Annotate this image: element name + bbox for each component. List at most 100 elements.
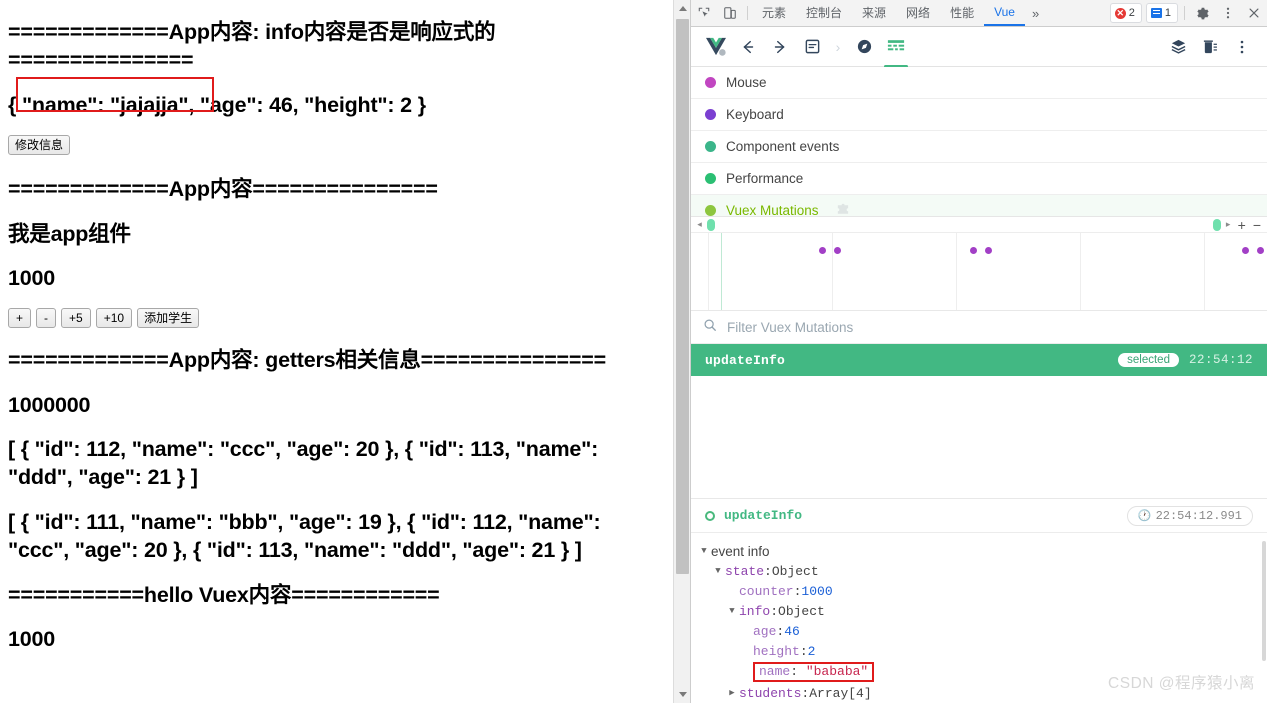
devtools-tabbar: 元素 控制台 来源 网络 性能 Vue » ✕ 2 1 (691, 0, 1267, 27)
tree-sep: : (801, 685, 810, 701)
message-count-badge[interactable]: 1 (1145, 3, 1178, 23)
tree-row-height[interactable]: ▼ height : 2 (691, 641, 1267, 661)
layer-label: Component events (726, 139, 840, 154)
tab-performance[interactable]: 性能 (940, 0, 984, 26)
tree-key: counter (739, 583, 794, 599)
modify-info-button[interactable]: 修改信息 (8, 135, 71, 156)
device-toolbar-icon[interactable] (717, 0, 743, 26)
add-five-button[interactable]: +5 (61, 308, 91, 329)
page-scrollbar[interactable] (673, 0, 690, 703)
twisty-closed-icon[interactable]: ▶ (725, 688, 739, 698)
message-icon (1150, 8, 1162, 18)
tree-key: students (739, 685, 802, 701)
layer-row-performance[interactable]: Performance (691, 163, 1267, 195)
error-count-label: 2 (1128, 7, 1135, 19)
clock-icon: 🕐 (1137, 510, 1152, 523)
timeline-event-dot[interactable] (819, 247, 827, 254)
clear-trash-icon[interactable] (1195, 32, 1225, 62)
twisty-open-icon[interactable]: ▼ (725, 606, 739, 616)
timeline-event-dot[interactable] (1241, 247, 1249, 254)
tree-row-event-info[interactable]: ▼ event info (691, 541, 1267, 561)
inspector-scrollbar-thumb[interactable] (1262, 541, 1266, 661)
app-root: =============App内容: info内容是否是响应式的=======… (0, 0, 1267, 703)
tree-row-name[interactable]: ▼ name: "bababa" (691, 661, 1267, 683)
layer-label: Keyboard (726, 107, 784, 122)
event-selected-badge: selected (1118, 353, 1179, 367)
tab-sources[interactable]: 来源 (852, 0, 896, 26)
timeline-filter-input[interactable] (725, 318, 1255, 336)
error-count-badge[interactable]: ✕ 2 (1109, 3, 1142, 23)
timeline-zoom-in-button[interactable]: + (1236, 218, 1248, 232)
page-line-0: =============App内容: info内容是否是响应式的=======… (8, 20, 496, 73)
tree-row-counter[interactable]: ▼ counter : 1000 (691, 581, 1267, 601)
decrement-button[interactable]: - (36, 308, 57, 329)
timeline-canvas[interactable] (691, 233, 1267, 311)
page-scrollbar-thumb[interactable] (676, 19, 689, 574)
layers-icon[interactable] (1163, 32, 1193, 62)
inspector-timestamp: 🕐 22:54:12.991 (1126, 505, 1253, 526)
timeline-event-dot[interactable] (984, 247, 992, 254)
timeline-scroll-right-icon[interactable]: ▸ (1224, 219, 1233, 230)
tree-sep: : (790, 664, 806, 679)
timeline-event-dot[interactable] (969, 247, 977, 254)
error-icon: ✕ (1114, 7, 1126, 19)
tree-value: Object (771, 563, 819, 579)
tree-value: Array[4] (809, 685, 872, 701)
event-row-update-info[interactable]: updateInfo selected 22:54:12 (691, 344, 1267, 376)
inspector-header: updateInfo 🕐 22:54:12.991 (691, 499, 1267, 533)
tree-row-state[interactable]: ▼ state : Object (691, 561, 1267, 581)
inspector-title: updateInfo (724, 508, 803, 523)
layer-row-keyboard[interactable]: Keyboard (691, 99, 1267, 131)
tree-row-age[interactable]: ▼ age : 46 (691, 621, 1267, 641)
add-ten-button[interactable]: +10 (95, 308, 133, 329)
timeline-scroll-track[interactable] (707, 218, 1221, 231)
page-line-2: =============App内容=============== (8, 177, 438, 202)
timeline-scroll-handle-left[interactable] (707, 218, 715, 231)
timeline-scrollbar[interactable]: ◂ ▸ + − (691, 217, 1267, 233)
layer-color-dot (705, 109, 716, 120)
tree-row-students[interactable]: ▶ students : Array[4] (691, 683, 1267, 703)
layer-row-mouse[interactable]: Mouse (691, 67, 1267, 99)
page-line-9: ===========hello Vuex内容============ (8, 582, 440, 607)
timeline-event-dot[interactable] (833, 247, 841, 254)
timeline-zoom-out-button[interactable]: − (1251, 218, 1263, 232)
layer-row-vuex-mutations[interactable]: Vuex Mutations (691, 195, 1267, 216)
tab-network[interactable]: 网络 (896, 0, 940, 26)
tree-key: height (753, 643, 800, 659)
more-options-icon[interactable] (1215, 0, 1241, 26)
layer-color-dot (705, 141, 716, 152)
inspect-element-icon[interactable] (691, 0, 717, 26)
increment-button[interactable]: + (8, 308, 32, 329)
close-icon[interactable] (1241, 0, 1267, 26)
scroll-up-arrow-icon[interactable] (674, 0, 690, 17)
page-line-1: { "name": "jajajja", "age": 46, "height"… (8, 92, 426, 117)
toolbar-divider-2 (1184, 6, 1185, 20)
more-options-icon-vue[interactable] (1227, 32, 1257, 62)
page-line-4: 1000 (8, 265, 56, 290)
tree-row-info[interactable]: ▼ info : Object (691, 601, 1267, 621)
forward-arrow-icon[interactable] (765, 32, 795, 62)
tab-elements[interactable]: 元素 (752, 0, 796, 26)
layer-color-dot (705, 205, 716, 216)
tab-vue[interactable]: Vue (984, 0, 1025, 26)
components-icon[interactable] (797, 32, 827, 62)
scroll-down-arrow-icon[interactable] (674, 686, 690, 703)
timeline-icon[interactable] (881, 32, 911, 68)
tab-console[interactable]: 控制台 (796, 0, 852, 26)
add-student-button[interactable]: 添加学生 (137, 308, 200, 329)
twisty-open-icon[interactable]: ▼ (711, 566, 725, 576)
tree-key: state (725, 563, 765, 579)
gear-icon[interactable] (1189, 0, 1215, 26)
twisty-open-icon[interactable]: ▼ (697, 546, 711, 556)
tab-overflow-icon[interactable]: » (1025, 0, 1046, 26)
message-count-label: 1 (1164, 7, 1171, 19)
timeline-event-dot[interactable] (1256, 247, 1264, 254)
back-arrow-icon[interactable] (733, 32, 763, 62)
timeline-scroll-handle-right[interactable] (1212, 218, 1221, 231)
inspector-timestamp-value: 22:54:12.991 (1155, 508, 1242, 523)
layer-row-component-events[interactable]: Component events (691, 131, 1267, 163)
tree-value: Object (778, 603, 825, 619)
timeline-scroll-left-icon[interactable]: ◂ (695, 219, 704, 230)
layer-color-dot (705, 173, 716, 184)
router-compass-icon[interactable] (849, 32, 879, 62)
